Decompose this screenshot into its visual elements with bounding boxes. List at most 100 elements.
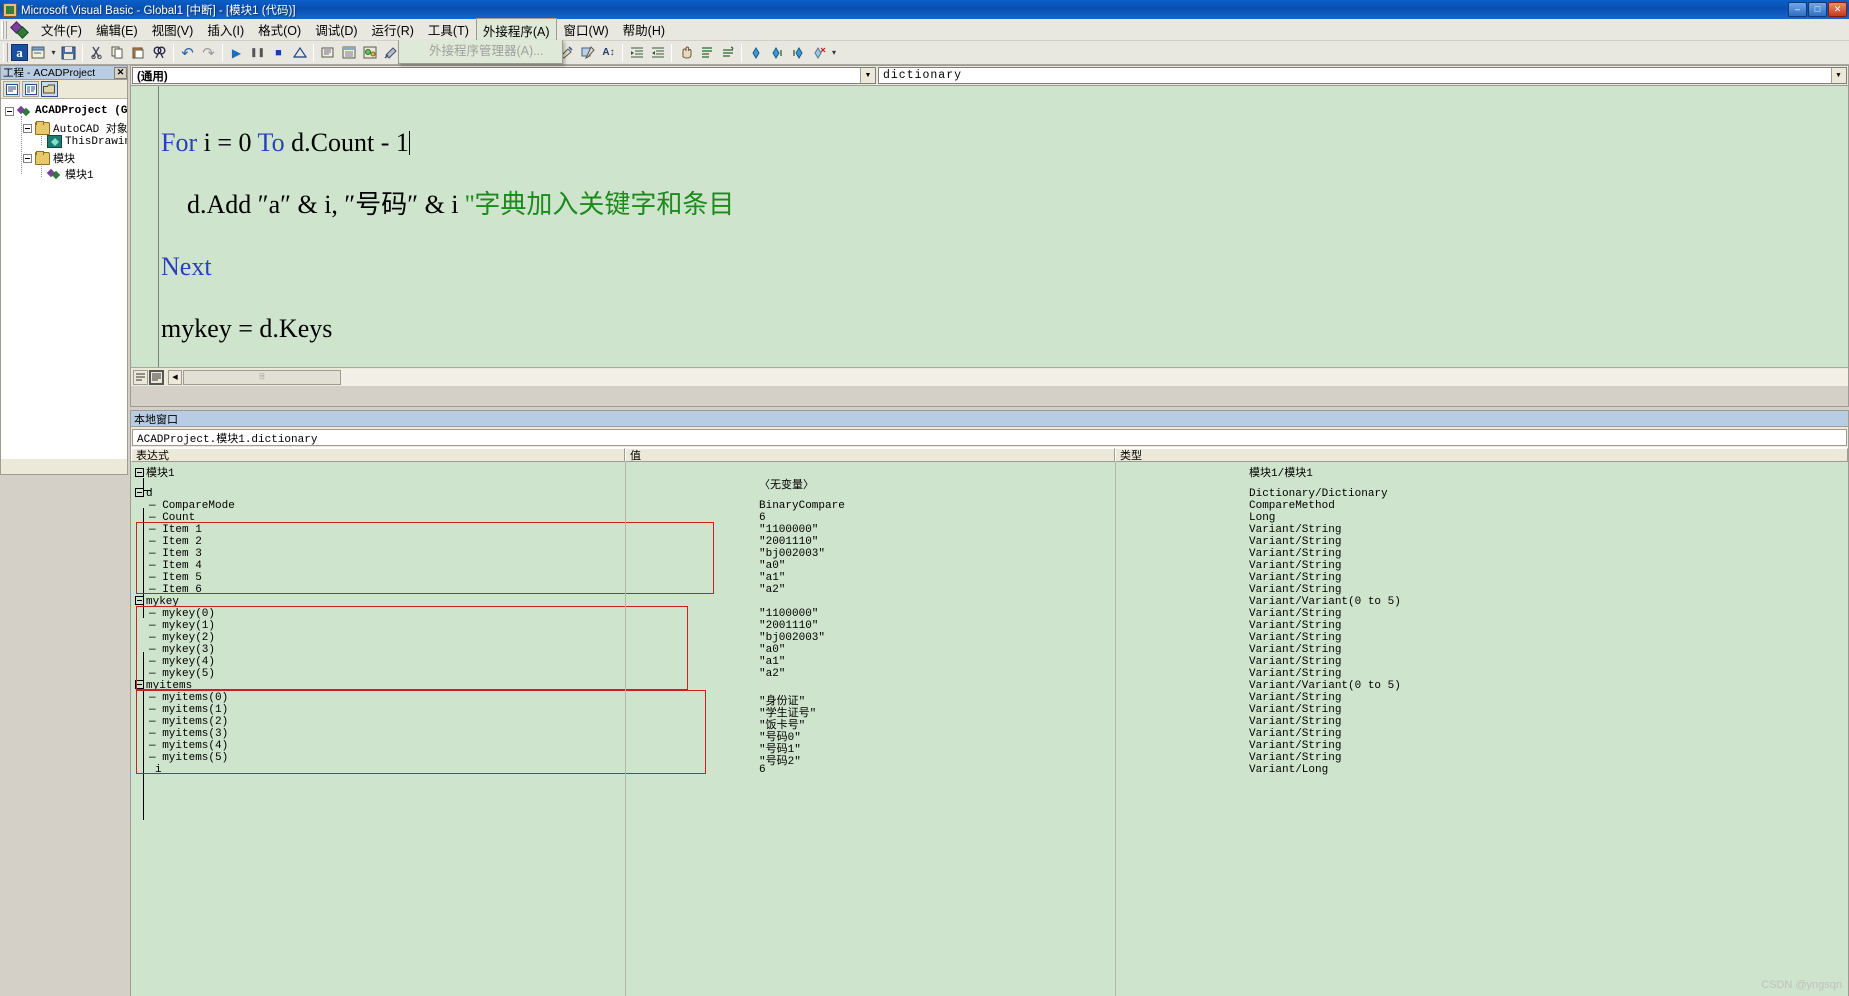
view-object-icon[interactable]: a (11, 44, 28, 61)
table-row[interactable]: — myitems(4) ″号码1″ Variant/String (131, 740, 1848, 756)
toggle-folders-icon[interactable] (41, 81, 58, 97)
expand-toggle-icon[interactable] (5, 106, 14, 116)
table-row[interactable]: — mykey(4) ″a1″ Variant/String (131, 656, 1848, 668)
collapse-toggle-icon[interactable] (135, 596, 144, 605)
reset-icon[interactable]: ■ (268, 42, 289, 63)
object-combo[interactable]: (通用) ▼ (132, 67, 876, 84)
menu-item-addins[interactable]: 外接程序(A) (475, 17, 557, 43)
table-row[interactable]: — mykey(0) ″1100000″ Variant/String (131, 608, 1848, 620)
toolbar-overflow-arrow-icon[interactable]: ▾ (829, 42, 839, 63)
menu-item-edit[interactable]: 编辑(E) (89, 17, 145, 42)
table-row[interactable]: — myitems(3) ″号码0″ Variant/String (131, 728, 1848, 744)
column-separator-1[interactable] (625, 462, 626, 996)
redo-icon[interactable]: ↷ (198, 42, 219, 63)
table-row[interactable]: — Item 1 ″1100000″ Variant/String (131, 524, 1848, 536)
view-code-icon[interactable] (3, 81, 20, 97)
chevron-down-icon[interactable]: ▼ (1831, 68, 1846, 83)
undo-icon[interactable]: ↶ (177, 42, 198, 63)
table-row[interactable]: — Count 6 Long (131, 512, 1848, 524)
table-row[interactable]: 模块1 模块1/模块1 (131, 464, 1848, 480)
insert-dropdown-arrow-icon[interactable]: ▾ (49, 42, 58, 63)
copy-icon[interactable] (107, 42, 128, 63)
close-button[interactable]: ✕ (1828, 2, 1847, 17)
menubar-gripper[interactable] (1, 20, 7, 39)
menu-item-tools[interactable]: 工具(T) (421, 17, 476, 42)
cut-icon[interactable] (86, 42, 107, 63)
tree-item-module1[interactable]: 模块1 (47, 166, 94, 182)
object-browser-icon[interactable] (359, 42, 380, 63)
find-icon[interactable] (149, 42, 170, 63)
table-row[interactable]: — myitems(0) ″身份证″ Variant/String (131, 692, 1848, 708)
insert-userform-icon[interactable] (28, 42, 49, 63)
table-row[interactable]: — myitems(1) ″学生证号″ Variant/String (131, 704, 1848, 720)
horizontal-scroll-thumb[interactable]: ⦙⦙⦙ (183, 369, 341, 385)
parameter-info-icon[interactable] (577, 42, 598, 63)
chevron-down-icon[interactable]: ▼ (860, 68, 875, 83)
table-row[interactable]: — Item 5 ″a1″ Variant/String (131, 572, 1848, 584)
code-editor[interactable]: ⇨ For i = 0 To d.Count - 1 d.Add ″a″ & i… (131, 86, 1848, 386)
table-row[interactable]: — Item 3 ″bj002003″ Variant/String (131, 548, 1848, 560)
paste-icon[interactable] (128, 42, 149, 63)
horizontal-scroll-track[interactable] (341, 368, 1848, 386)
table-row[interactable]: — mykey(2) ″bj002003″ Variant/String (131, 632, 1848, 644)
table-row[interactable]: — myitems(5) ″号码2″ Variant/String (131, 752, 1848, 768)
menu-item-format[interactable]: 格式(O) (251, 17, 308, 42)
menu-item-view[interactable]: 视图(V) (145, 17, 201, 42)
table-row[interactable]: i 6 Variant/Long (131, 764, 1848, 776)
design-mode-icon[interactable] (289, 42, 310, 63)
locals-grid[interactable]: 模块1 模块1/模块1 〈无变量〉 d Dictionary/Dictionar… (131, 462, 1848, 996)
menu-item-help[interactable]: 帮助(H) (616, 17, 672, 42)
toggle-bookmark-icon[interactable] (745, 42, 766, 63)
collapse-toggle-icon[interactable] (135, 680, 144, 689)
minimize-button[interactable]: – (1788, 2, 1807, 17)
table-row[interactable]: 〈无变量〉 (131, 476, 1848, 492)
code-text[interactable]: For i = 0 To d.Count - 1 d.Add ″a″ & i, … (161, 96, 1848, 386)
tree-item-thisdrawing[interactable]: ThisDrawing (47, 135, 127, 148)
code-horizontal-scrollbar[interactable]: ◀ ⦙⦙⦙ (131, 367, 1848, 386)
menu-item-run[interactable]: 运行(R) (365, 17, 421, 42)
project-tree[interactable]: ACADProject (G) AutoCAD 对象 ThisDrawing 模… (1, 99, 127, 459)
table-row[interactable]: — mykey(3) ″a0″ Variant/String (131, 644, 1848, 656)
properties-window-icon[interactable] (338, 42, 359, 63)
expand-toggle-icon[interactable] (23, 153, 32, 163)
table-row[interactable]: — myitems(2) ″饭卡号″ Variant/String (131, 716, 1848, 732)
table-row[interactable]: — mykey(5) ″a2″ Variant/String (131, 668, 1848, 680)
toolbar-gripper[interactable] (3, 43, 8, 62)
menu-item-addin-manager[interactable]: 外接程序管理器(A)... (399, 40, 562, 62)
maximize-button[interactable]: □ (1808, 2, 1827, 17)
table-row[interactable]: — mykey(1) ″2001110″ Variant/String (131, 620, 1848, 632)
comment-block-icon[interactable] (696, 42, 717, 63)
table-row[interactable]: — Item 2 ″2001110″ Variant/String (131, 536, 1848, 548)
view-object-icon-small[interactable] (22, 81, 39, 97)
locals-context-field[interactable]: ACADProject.模块1.dictionary (132, 429, 1847, 446)
project-explorer-icon[interactable] (317, 42, 338, 63)
menu-item-insert[interactable]: 插入(I) (200, 17, 251, 42)
tree-item-modules-folder[interactable]: 模块 (23, 150, 75, 166)
table-row[interactable]: mykey Variant/Variant(0 to 5) (131, 596, 1848, 608)
expand-toggle-icon[interactable] (23, 123, 32, 133)
menu-item-file[interactable]: 文件(F) (34, 17, 89, 42)
full-module-view-icon[interactable] (149, 369, 164, 385)
menu-item-window[interactable]: 窗口(W) (557, 17, 616, 42)
table-row[interactable]: — Item 4 ″a0″ Variant/String (131, 560, 1848, 572)
run-icon[interactable]: ▶ (226, 42, 247, 63)
column-header-value[interactable]: 值 (625, 448, 1115, 462)
column-separator-2[interactable] (1115, 462, 1116, 996)
next-bookmark-icon[interactable] (766, 42, 787, 63)
project-explorer-close-icon[interactable]: ✕ (114, 66, 127, 79)
menu-item-debug[interactable]: 调试(D) (308, 17, 364, 42)
procedure-combo[interactable]: dictionary ▼ (878, 67, 1847, 84)
collapse-toggle-icon[interactable] (135, 488, 144, 497)
break-icon[interactable]: ❚❚ (247, 42, 268, 63)
table-row[interactable]: — Item 6 ″a2″ Variant/String (131, 584, 1848, 596)
table-row[interactable]: myitems Variant/Variant(0 to 5) (131, 680, 1848, 692)
uncomment-block-icon[interactable] (717, 42, 738, 63)
code-margin-indicator-bar[interactable]: ⇨ (131, 86, 159, 386)
save-icon[interactable] (58, 42, 79, 63)
column-header-type[interactable]: 类型 (1115, 448, 1848, 462)
complete-word-icon[interactable]: A↕ (598, 42, 619, 63)
previous-bookmark-icon[interactable] (787, 42, 808, 63)
tree-item-autocad-objects[interactable]: AutoCAD 对象 (23, 120, 127, 136)
outdent-icon[interactable] (647, 42, 668, 63)
table-row[interactable]: — CompareMode BinaryCompare CompareMetho… (131, 500, 1848, 512)
